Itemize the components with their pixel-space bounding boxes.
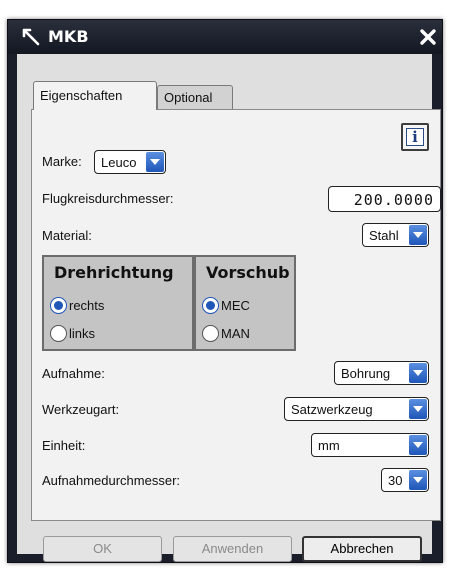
marke-select[interactable]: Leuco bbox=[94, 150, 166, 174]
radio-unselected-icon bbox=[202, 325, 219, 342]
material-label: Material: bbox=[42, 228, 92, 243]
marke-label: Marke: bbox=[42, 154, 82, 169]
chevron-down-icon bbox=[409, 363, 427, 383]
einheit-label: Einheit: bbox=[42, 438, 86, 453]
radio-unselected-icon bbox=[50, 325, 67, 342]
material-value: Stahl bbox=[369, 228, 399, 243]
flugkreis-label: Flugkreisdurchmesser: bbox=[42, 191, 174, 206]
aufnahmedurchmesser-label: Aufnahmedurchmesser: bbox=[42, 473, 181, 488]
radio-label: rechts bbox=[69, 298, 105, 313]
aufnahme-value: Bohrung bbox=[341, 366, 391, 381]
cancel-button[interactable]: Abbrechen bbox=[302, 536, 422, 562]
aufnahme-label: Aufnahme: bbox=[42, 366, 105, 381]
aufnahmedurchmesser-value: 30 bbox=[388, 473, 403, 488]
drehrichtung-title: Drehrichtung bbox=[54, 263, 174, 282]
einheit-value: mm bbox=[318, 438, 340, 453]
drehrichtung-group: Drehrichtung rechts links bbox=[42, 255, 194, 351]
flugkreis-value: 200.0000 bbox=[353, 191, 434, 209]
radio-label: MEC bbox=[221, 298, 250, 313]
werkzeugart-select[interactable]: Satzwerkzeug bbox=[284, 397, 429, 421]
tab-label: Eigenschaften bbox=[40, 88, 123, 103]
einheit-select[interactable]: mm bbox=[311, 433, 429, 457]
title-bar[interactable]: MKB bbox=[8, 20, 442, 54]
pin-icon bbox=[22, 28, 40, 46]
info-icon: i bbox=[406, 128, 424, 146]
tab-page-eigenschaften: i Marke: Leuco Flugkreisdurchmesser: 200… bbox=[31, 109, 441, 521]
tab-label: Optional bbox=[164, 90, 213, 105]
chevron-down-icon bbox=[409, 225, 427, 245]
aufnahmedurchmesser-select[interactable]: 30 bbox=[381, 468, 429, 492]
radio-selected-icon bbox=[50, 297, 67, 314]
radio-label: MAN bbox=[221, 326, 250, 341]
window-title: MKB bbox=[48, 27, 89, 46]
tab-optional[interactable]: Optional bbox=[157, 85, 233, 109]
chevron-down-icon bbox=[146, 152, 164, 172]
ok-button[interactable]: OK bbox=[43, 536, 162, 562]
marke-value: Leuco bbox=[101, 155, 137, 170]
flugkreis-input[interactable]: 200.0000 bbox=[328, 186, 441, 212]
aufnahme-select[interactable]: Bohrung bbox=[334, 361, 429, 385]
radio-selected-icon bbox=[202, 297, 219, 314]
chevron-down-icon bbox=[409, 399, 427, 419]
dialog-body: Eigenschaften Optional i Marke: Leuco Fl… bbox=[17, 54, 441, 562]
vorschub-title: Vorschub bbox=[206, 263, 290, 282]
close-icon[interactable] bbox=[417, 26, 439, 48]
werkzeugart-label: Werkzeugart: bbox=[42, 402, 120, 417]
apply-button[interactable]: Anwenden bbox=[173, 536, 292, 562]
info-button[interactable]: i bbox=[401, 123, 429, 151]
vorschub-group: Vorschub MEC MAN bbox=[194, 255, 296, 351]
tab-eigenschaften[interactable]: Eigenschaften bbox=[33, 81, 157, 110]
chevron-down-icon bbox=[409, 435, 427, 455]
dialog-window: MKB Eigenschaften Optional i Marke: Leuc… bbox=[7, 19, 443, 563]
werkzeugart-value: Satzwerkzeug bbox=[291, 402, 373, 417]
radio-label: links bbox=[69, 326, 96, 341]
material-select[interactable]: Stahl bbox=[362, 223, 429, 247]
chevron-down-icon bbox=[409, 470, 427, 490]
